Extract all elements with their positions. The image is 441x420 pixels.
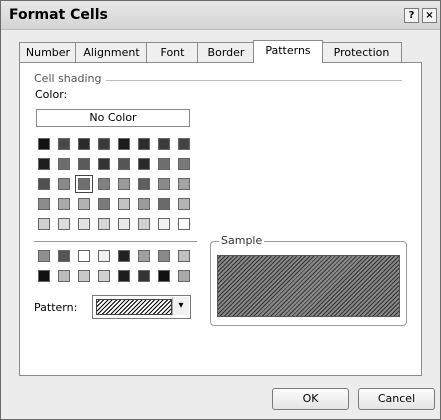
cell-shading-title: Cell shading	[34, 72, 106, 85]
patterns-panel: Cell shading Color: No Color Pattern: ▾ …	[19, 62, 422, 376]
color-swatch[interactable]	[138, 270, 150, 282]
color-swatch[interactable]	[98, 218, 110, 230]
color-swatch[interactable]	[78, 270, 90, 282]
color-swatch[interactable]	[58, 198, 70, 210]
color-swatch[interactable]	[98, 198, 110, 210]
color-swatch[interactable]	[38, 198, 50, 210]
tab-patterns[interactable]: Patterns	[253, 40, 323, 63]
tab-protection[interactable]: Protection	[321, 42, 402, 62]
color-swatch[interactable]	[158, 138, 170, 150]
color-swatch[interactable]	[158, 178, 170, 190]
color-swatch[interactable]	[178, 250, 190, 262]
color-swatch[interactable]	[158, 158, 170, 170]
color-swatch[interactable]	[98, 178, 110, 190]
color-swatch[interactable]	[38, 218, 50, 230]
color-swatch[interactable]	[118, 178, 130, 190]
close-button[interactable]: ×	[422, 8, 437, 23]
color-swatch[interactable]	[178, 178, 190, 190]
dropdown-chevron-icon[interactable]: ▾	[172, 297, 189, 315]
color-swatch[interactable]	[118, 138, 130, 150]
pattern-dropdown[interactable]: ▾	[92, 295, 191, 319]
color-swatch[interactable]	[138, 198, 150, 210]
color-swatch[interactable]	[78, 138, 90, 150]
color-swatch[interactable]	[78, 218, 90, 230]
color-swatch[interactable]	[98, 270, 110, 282]
color-swatch[interactable]	[158, 218, 170, 230]
tab-number[interactable]: Number	[19, 42, 77, 62]
color-swatch[interactable]	[178, 218, 190, 230]
color-swatch[interactable]	[118, 270, 130, 282]
color-swatch[interactable]	[178, 198, 190, 210]
color-swatch[interactable]	[118, 218, 130, 230]
format-cells-dialog: Format Cells ? × Number Alignment Font B…	[0, 0, 441, 420]
color-swatch[interactable]	[38, 138, 50, 150]
dialog-title: Format Cells	[9, 7, 108, 23]
color-swatch[interactable]	[78, 250, 90, 262]
palette-divider	[34, 241, 197, 242]
color-swatch[interactable]	[138, 250, 150, 262]
cell-shading-divider	[106, 80, 402, 81]
help-button[interactable]: ?	[404, 8, 419, 23]
color-swatch[interactable]	[38, 158, 50, 170]
color-swatch[interactable]	[138, 178, 150, 190]
sample-preview	[217, 255, 400, 317]
color-swatch[interactable]	[58, 218, 70, 230]
color-swatch[interactable]	[158, 198, 170, 210]
color-swatch[interactable]	[98, 158, 110, 170]
sample-label: Sample	[219, 234, 265, 247]
color-swatch[interactable]	[118, 250, 130, 262]
tab-alignment[interactable]: Alignment	[75, 42, 148, 62]
color-swatch[interactable]	[38, 250, 50, 262]
color-swatch[interactable]	[75, 175, 93, 193]
color-swatch[interactable]	[158, 250, 170, 262]
pattern-preview	[96, 299, 172, 315]
color-swatch[interactable]	[58, 250, 70, 262]
color-swatch[interactable]	[58, 138, 70, 150]
color-swatch[interactable]	[78, 198, 90, 210]
ok-button[interactable]: OK	[272, 388, 349, 410]
color-swatch[interactable]	[98, 138, 110, 150]
color-swatch[interactable]	[78, 158, 90, 170]
color-swatch[interactable]	[178, 270, 190, 282]
color-swatch[interactable]	[38, 178, 50, 190]
color-swatch[interactable]	[58, 158, 70, 170]
color-swatch[interactable]	[138, 158, 150, 170]
sample-group: Sample	[210, 234, 407, 326]
color-swatch[interactable]	[38, 270, 50, 282]
cancel-button[interactable]: Cancel	[358, 388, 435, 410]
color-swatch[interactable]	[118, 158, 130, 170]
color-swatch[interactable]	[98, 250, 110, 262]
pattern-label: Pattern:	[34, 301, 78, 314]
no-color-button[interactable]: No Color	[36, 109, 190, 127]
color-swatch[interactable]	[118, 198, 130, 210]
color-swatch[interactable]	[58, 178, 70, 190]
color-label: Color:	[35, 88, 68, 101]
color-swatch[interactable]	[178, 158, 190, 170]
color-swatch[interactable]	[178, 138, 190, 150]
color-swatch[interactable]	[138, 218, 150, 230]
tab-border[interactable]: Border	[197, 42, 255, 62]
title-bar: Format Cells ? ×	[1, 1, 440, 30]
color-swatch[interactable]	[58, 270, 70, 282]
color-swatch[interactable]	[158, 270, 170, 282]
tab-font[interactable]: Font	[146, 42, 199, 62]
color-swatch[interactable]	[138, 138, 150, 150]
